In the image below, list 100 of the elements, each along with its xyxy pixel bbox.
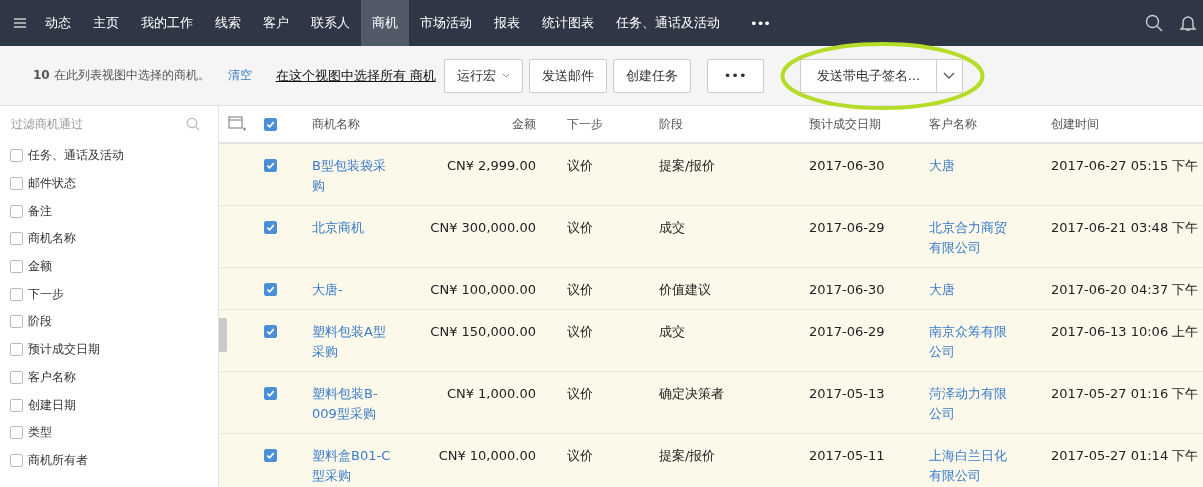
deal-name-link[interactable]: 塑料包装A型采购 bbox=[312, 322, 394, 362]
customer-link[interactable]: 上海白兰日化有限公司 bbox=[929, 446, 1015, 486]
checkbox[interactable] bbox=[264, 387, 277, 400]
column-header[interactable]: 金额 bbox=[409, 106, 544, 142]
filter-field-label: 备注 bbox=[28, 202, 52, 220]
filter-field-label: 邮件状态 bbox=[28, 175, 76, 193]
column-header[interactable]: 商机名称 bbox=[289, 106, 409, 142]
table-row[interactable]: 塑料包装B-009型采购 CN¥ 1,000.00 议价 确定决策者 2017-05-13 菏泽动力有限公司 2017-05-27 01:16 下午 bbox=[219, 372, 1203, 434]
filter-field[interactable]: 过滤商机通过 bbox=[9, 116, 169, 132]
toolbar-button[interactable]: 创建任务 bbox=[612, 58, 691, 93]
column-header[interactable]: 客户名称 bbox=[911, 106, 1029, 142]
run-macro-button[interactable]: 运行宏 bbox=[443, 58, 523, 93]
nav-tab[interactable]: 统计图表 bbox=[531, 0, 605, 46]
checkbox[interactable] bbox=[10, 370, 23, 384]
checkbox[interactable] bbox=[10, 453, 23, 467]
column-settings-icon[interactable] bbox=[228, 116, 246, 132]
checkbox[interactable] bbox=[264, 283, 277, 296]
table-cell-text: CN¥ 150,000.00 bbox=[430, 323, 536, 341]
deal-name-link[interactable]: 塑料包装B-009型采购 bbox=[312, 384, 394, 424]
checkbox[interactable] bbox=[10, 315, 23, 329]
customer-link[interactable]: 南京众筹有限公司 bbox=[929, 322, 1015, 362]
nav-tab[interactable]: 市场活动 bbox=[409, 0, 483, 46]
deal-name-link[interactable]: 北京商机 bbox=[312, 218, 364, 238]
table-cell-text: 成交 bbox=[659, 219, 685, 237]
filter-field-label: 预计成交日期 bbox=[28, 341, 100, 359]
table-row[interactable]: 塑料盒B01-C型采购 CN¥ 10,000.00 议价 提案/报价 2017-05-11 上海白兰日化有限公司 2017-05-27 01:14 下午 bbox=[219, 434, 1203, 487]
toolbar-button[interactable]: 发送邮件 bbox=[528, 58, 607, 93]
checkbox[interactable] bbox=[10, 343, 23, 357]
more-menu[interactable]: ••• bbox=[739, 0, 781, 46]
table-cell-text: 2017-06-13 10:06 上午 bbox=[1051, 323, 1199, 341]
table-row[interactable]: 北京商机 CN¥ 300,000.00 议价 成交 2017-06-29 北京合力商贸有限公司 2017-06-21 03:48 下午 bbox=[219, 206, 1203, 268]
nav-tab[interactable]: 联系人 bbox=[300, 0, 361, 46]
table-row[interactable]: 大唐- CN¥ 100,000.00 议价 价值建议 2017-06-30 大唐 2017-06-20 04:37 下午 bbox=[219, 268, 1203, 310]
table-cell-text: 价值建议 bbox=[659, 281, 711, 299]
filter-field-label: 类型 bbox=[28, 424, 52, 442]
deal-name-link[interactable]: 大唐- bbox=[312, 280, 343, 300]
checkbox[interactable] bbox=[10, 426, 23, 440]
checkbox[interactable] bbox=[10, 398, 23, 412]
table-cell-text: CN¥ 100,000.00 bbox=[430, 281, 536, 299]
column-header[interactable]: 阶段 bbox=[649, 106, 789, 142]
customer-link[interactable]: 北京合力商贸有限公司 bbox=[929, 218, 1015, 258]
collapse-handle[interactable] bbox=[219, 318, 227, 352]
checkbox[interactable] bbox=[264, 449, 277, 462]
table-cell-text: 提案/报价 bbox=[659, 447, 716, 465]
table-cell-text: 成交 bbox=[659, 323, 685, 341]
table-cell-text: 议价 bbox=[567, 385, 593, 403]
nav-tab[interactable]: 主页 bbox=[82, 0, 130, 46]
nav-tab[interactable]: 动态 bbox=[34, 0, 82, 46]
table-cell-text: 2017-06-27 05:15 下午 bbox=[1051, 157, 1199, 175]
table-cell-text: 2017-05-11 bbox=[809, 447, 885, 465]
nav-tab[interactable]: 客户 bbox=[252, 0, 300, 46]
column-header[interactable]: 创建时间 bbox=[1029, 106, 1203, 142]
table-row[interactable]: 塑料包装A型采购 CN¥ 150,000.00 议价 成交 2017-06-29 南京众筹有限公司 2017-06-13 10:06 上午 bbox=[219, 310, 1203, 372]
filter-field-label: 阶段 bbox=[28, 313, 52, 331]
table-cell-text: 议价 bbox=[567, 219, 593, 237]
filter-field-label: 客户名称 bbox=[28, 368, 76, 386]
checkbox[interactable] bbox=[10, 232, 23, 246]
table-cell-text: 2017-05-13 bbox=[809, 385, 885, 403]
clear-link[interactable]: 清空 bbox=[227, 67, 252, 84]
filter-field-label: 商机名称 bbox=[28, 230, 76, 248]
table-cell-text: 2017-06-29 bbox=[809, 219, 885, 237]
deal-name-link[interactable]: B型包装袋采购 bbox=[312, 156, 394, 196]
checkbox[interactable] bbox=[10, 260, 23, 274]
nav-tab[interactable]: 商机 bbox=[361, 0, 409, 46]
table-row[interactable]: B型包装袋采购 CN¥ 2,999.00 议价 提案/报价 2017-06-30 大唐 2017-06-27 05:15 下午 bbox=[219, 144, 1203, 206]
table-cell-text: 2017-06-30 bbox=[809, 281, 885, 299]
checkbox[interactable] bbox=[264, 325, 277, 338]
table-cell-text: 议价 bbox=[567, 323, 593, 341]
select-all-link[interactable]: 在这个视图中选择所有 商机 bbox=[275, 66, 436, 85]
table-cell-text: 2017-06-30 bbox=[809, 157, 885, 175]
customer-link[interactable]: 菏泽动力有限公司 bbox=[929, 384, 1015, 424]
table-cell-text: 2017-05-27 01:16 下午 bbox=[1051, 385, 1199, 403]
checkbox[interactable] bbox=[10, 204, 23, 218]
customer-link[interactable]: 大唐 bbox=[929, 280, 955, 300]
nav-tab[interactable]: 线索 bbox=[204, 0, 252, 46]
checkbox[interactable] bbox=[10, 149, 23, 163]
filter-field-label: 商机所有者 bbox=[28, 451, 88, 469]
nav-tab[interactable]: 报表 bbox=[483, 0, 531, 46]
column-header[interactable]: 预计成交日期 bbox=[789, 106, 911, 142]
table-cell-text: 提案/报价 bbox=[659, 157, 716, 175]
deal-name-link[interactable]: 塑料盒B01-C型采购 bbox=[312, 446, 394, 486]
checkbox[interactable] bbox=[264, 117, 277, 131]
column-header[interactable]: 下一步 bbox=[544, 106, 649, 142]
more-button[interactable]: ••• bbox=[706, 58, 764, 93]
chevron-icon bbox=[943, 72, 956, 79]
checkbox[interactable] bbox=[264, 159, 277, 172]
nav-tab[interactable]: 我的工作 bbox=[130, 0, 204, 46]
filter-field-label: 创建日期 bbox=[28, 396, 76, 414]
customer-link[interactable]: 大唐 bbox=[929, 156, 955, 176]
table-cell-text: 议价 bbox=[567, 281, 593, 299]
selection-count-text: 10 在此列表视图中选择的商机。 bbox=[33, 67, 210, 84]
nav-tab[interactable]: 任务、通话及活动 bbox=[605, 0, 731, 46]
filter-field-label: 任务、通话及活动 bbox=[28, 147, 124, 165]
checkbox[interactable] bbox=[10, 287, 23, 301]
search-icon bbox=[186, 117, 200, 131]
caret-icon bbox=[501, 73, 510, 78]
table-cell-text: 确定决策者 bbox=[659, 385, 724, 403]
checkbox[interactable] bbox=[10, 177, 23, 191]
table-cell-text: CN¥ 1,000.00 bbox=[446, 385, 536, 403]
checkbox[interactable] bbox=[264, 221, 277, 234]
